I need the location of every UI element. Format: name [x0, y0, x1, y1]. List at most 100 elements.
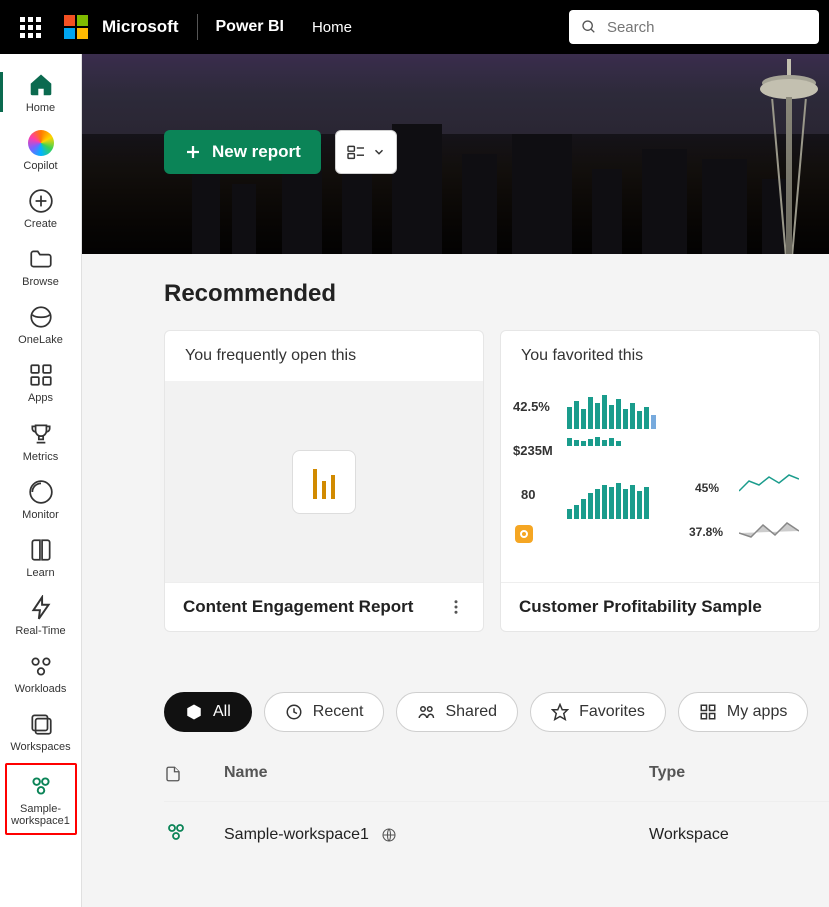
nav-monitor-label: Monitor — [22, 509, 59, 521]
filter-myapps[interactable]: My apps — [678, 692, 808, 732]
home-icon — [28, 72, 54, 98]
card-title: Content Engagement Report — [183, 597, 413, 617]
cube-icon — [185, 703, 203, 721]
onelake-icon — [28, 304, 54, 330]
filter-favorites[interactable]: Favorites — [530, 692, 666, 732]
microsoft-logo-icon — [64, 15, 88, 39]
recommended-card[interactable]: You frequently open this Content Engagem… — [164, 330, 484, 632]
nav-realtime[interactable]: Real-Time — [6, 587, 76, 643]
main-content: New report Recommended You frequently op… — [82, 54, 829, 907]
nav-learn[interactable]: Learn — [6, 529, 76, 585]
book-icon — [28, 537, 54, 563]
hero-banner: New report — [82, 54, 829, 254]
column-type[interactable]: Type — [649, 764, 829, 789]
nav-metrics[interactable]: Metrics — [6, 413, 76, 469]
nav-copilot[interactable]: Copilot — [6, 122, 76, 178]
badge-icon — [515, 525, 533, 543]
product-label[interactable]: Power BI — [216, 18, 284, 36]
folder-icon — [28, 246, 54, 272]
new-report-button[interactable]: New report — [164, 130, 321, 174]
filter-shared[interactable]: Shared — [396, 692, 518, 732]
search-box[interactable] — [569, 10, 819, 44]
bolt-icon — [28, 595, 54, 621]
top-bar: Microsoft Power BI Home — [0, 0, 829, 54]
card-title: Customer Profitability Sample — [519, 597, 762, 617]
nav-home[interactable]: Home — [6, 64, 76, 120]
nav-onelake[interactable]: OneLake — [6, 296, 76, 352]
breadcrumb: Home — [312, 19, 352, 36]
nav-monitor[interactable]: Monitor — [6, 471, 76, 527]
nav-workloads[interactable]: Workloads — [6, 645, 76, 701]
nav-sample-workspace-label: Sample-workspace1 — [9, 803, 73, 827]
kpi-value: 45% — [695, 481, 719, 495]
recommended-card[interactable]: You favorited this 42.5% $235M 80 — [500, 330, 820, 632]
people-icon — [164, 820, 188, 844]
card-hint: You favorited this — [501, 331, 819, 381]
kpi-value: 42.5% — [513, 399, 550, 414]
trophy-icon — [28, 421, 54, 447]
filter-label: Favorites — [579, 703, 645, 721]
nav-realtime-label: Real-Time — [15, 625, 65, 637]
filter-bar: All Recent Shared Favorites My apps — [164, 692, 829, 732]
filter-all[interactable]: All — [164, 692, 252, 732]
filter-recent[interactable]: Recent — [264, 692, 385, 732]
layout-icon — [346, 144, 366, 160]
apps-icon — [699, 703, 717, 721]
nav-workspaces[interactable]: Workspaces — [6, 703, 76, 759]
nav-home-label: Home — [26, 102, 55, 114]
nav-workloads-label: Workloads — [15, 683, 67, 695]
more-vertical-icon[interactable] — [447, 598, 465, 616]
people-icon — [28, 773, 54, 799]
shared-icon — [417, 703, 435, 721]
brand-label: Microsoft — [102, 17, 179, 37]
view-options-button[interactable] — [335, 130, 397, 174]
nav-sample-workspace[interactable]: Sample-workspace1 — [5, 763, 77, 835]
nav-apps[interactable]: Apps — [6, 354, 76, 410]
nav-metrics-label: Metrics — [23, 451, 58, 463]
chevron-down-icon — [372, 145, 386, 159]
dashboard-thumbnail: 42.5% $235M 80 45 — [509, 389, 811, 574]
monitor-icon — [28, 479, 54, 505]
search-icon — [581, 18, 597, 36]
nav-apps-label: Apps — [28, 392, 53, 404]
app-launcher-icon[interactable] — [10, 7, 50, 47]
filter-label: All — [213, 703, 231, 721]
globe-icon — [381, 827, 397, 843]
apps-icon — [28, 362, 54, 388]
card-hint: You frequently open this — [165, 331, 483, 381]
file-icon — [164, 764, 182, 784]
left-nav: Home Copilot Create Browse OneLake Apps … — [0, 54, 82, 907]
star-icon — [551, 703, 569, 721]
space-needle-icon — [754, 59, 824, 254]
filter-label: Recent — [313, 703, 364, 721]
filter-label: My apps — [727, 703, 787, 721]
copilot-icon — [28, 130, 54, 156]
search-input[interactable] — [607, 19, 807, 36]
nav-learn-label: Learn — [26, 567, 54, 579]
filter-label: Shared — [445, 703, 497, 721]
table-header: Name Type — [164, 756, 829, 802]
plus-icon — [184, 143, 202, 161]
nav-create-label: Create — [24, 218, 57, 230]
divider — [197, 14, 198, 40]
workloads-icon — [28, 653, 54, 679]
row-type: Workspace — [649, 826, 829, 844]
plus-circle-icon — [28, 188, 54, 214]
kpi-value: 80 — [521, 487, 535, 502]
column-name[interactable]: Name — [224, 764, 649, 789]
kpi-value: $235M — [513, 443, 553, 458]
sparkline-icon — [739, 515, 799, 545]
table-row[interactable]: Sample-workspace1 Workspace — [164, 802, 829, 867]
nav-browse[interactable]: Browse — [6, 238, 76, 294]
recommended-heading: Recommended — [164, 280, 829, 308]
kpi-value: 37.8% — [689, 525, 723, 539]
nav-create[interactable]: Create — [6, 180, 76, 236]
nav-copilot-label: Copilot — [23, 160, 57, 172]
workspaces-icon — [28, 711, 54, 737]
content-table: Name Type Sample-workspace1 Workspace — [164, 756, 829, 867]
nav-browse-label: Browse — [22, 276, 59, 288]
report-icon — [292, 450, 356, 514]
new-report-label: New report — [212, 142, 301, 162]
nav-onelake-label: OneLake — [18, 334, 63, 346]
nav-workspaces-label: Workspaces — [10, 741, 70, 753]
